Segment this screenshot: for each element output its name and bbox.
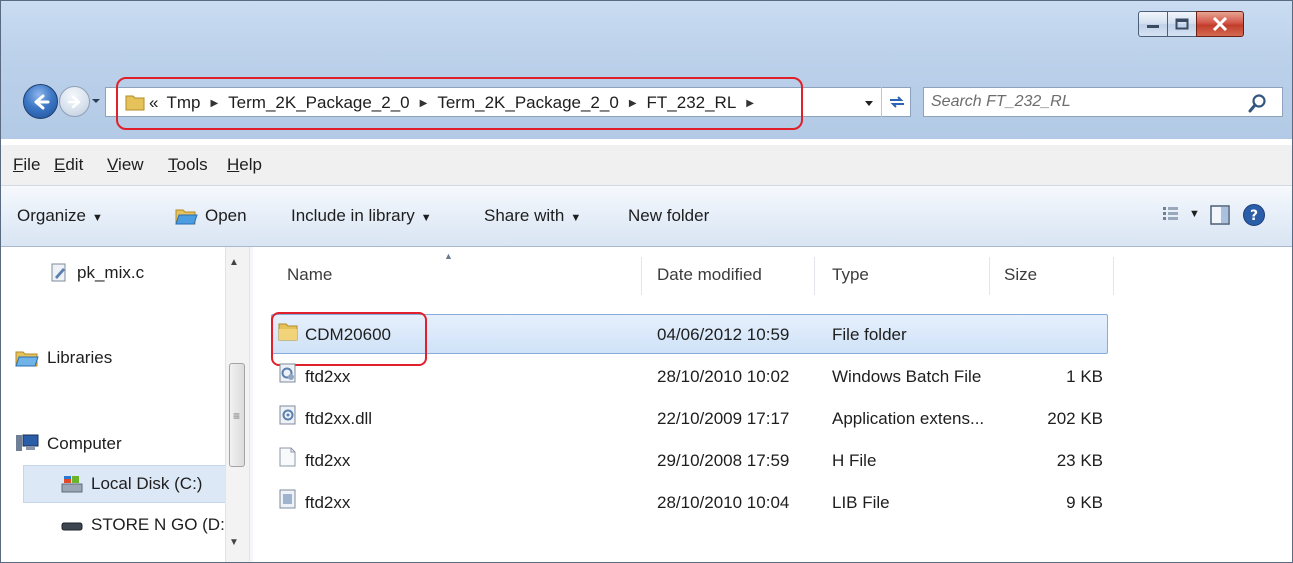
address-history-dropdown[interactable]	[859, 93, 879, 115]
pane-splitter[interactable]	[249, 247, 253, 562]
scrollbar-grip-icon: ≡	[233, 409, 241, 423]
scroll-down-icon[interactable]: ▼	[229, 537, 239, 548]
forward-button[interactable]	[59, 86, 90, 117]
column-header-size[interactable]: Size	[1004, 265, 1037, 285]
file-type: H File	[832, 451, 877, 470]
file-name[interactable]: ftd2xx.dll	[305, 409, 372, 429]
libraries-icon	[15, 351, 39, 367]
nav-item-pk-mix[interactable]: pk_mix.c	[49, 263, 144, 283]
column-header-type[interactable]: Type	[832, 265, 869, 285]
dropdown-arrow-icon: ▼	[570, 212, 582, 224]
help-icon[interactable]: ?	[1242, 203, 1266, 227]
maximize-button[interactable]	[1167, 11, 1197, 37]
open-folder-icon	[175, 209, 198, 225]
dll-file-icon	[279, 405, 296, 425]
view-options-icon	[1163, 207, 1178, 220]
file-type: File folder	[832, 325, 907, 344]
column-separator[interactable]	[641, 257, 642, 295]
file-name[interactable]: ftd2xx	[305, 451, 350, 471]
file-date: 04/06/2012 10:59	[657, 325, 790, 344]
menu-tools[interactable]: Tools	[168, 155, 208, 175]
nav-item-store-n-go[interactable]: STORE N GO (D:)	[61, 515, 230, 535]
lib-file-icon	[279, 489, 296, 509]
file-date: 29/10/2008 17:59	[657, 451, 790, 470]
back-arrow-icon	[34, 94, 49, 109]
file-date: 22/10/2009 17:17	[657, 409, 790, 428]
minimize-button[interactable]	[1138, 11, 1168, 37]
svg-text:?: ?	[1250, 208, 1258, 224]
refresh-button[interactable]	[881, 87, 911, 117]
dropdown-arrow-icon: ▼	[91, 212, 103, 224]
column-header-date-modified[interactable]: Date modified	[657, 265, 762, 285]
scroll-up-icon[interactable]: ▲	[229, 257, 239, 268]
dropdown-arrow-icon: ▼	[420, 212, 432, 224]
removable-drive-icon	[61, 522, 83, 531]
back-button[interactable]	[23, 84, 58, 119]
batch-file-icon	[279, 363, 296, 383]
minimize-icon	[1147, 25, 1159, 28]
explorer-window: « Tmp ▶ Term_2K_Package_2_0 ▶ Term_2K_Pa…	[0, 0, 1293, 563]
menu-file[interactable]: File	[13, 155, 40, 175]
file-type: Windows Batch File	[832, 367, 982, 386]
column-header-name[interactable]: Name	[287, 265, 332, 285]
sort-ascending-icon: ▲	[444, 251, 453, 261]
search-input[interactable]: Search FT_232_RL	[931, 87, 1071, 117]
h-file-icon	[279, 447, 296, 467]
maximize-icon	[1175, 18, 1189, 30]
close-icon	[1212, 17, 1228, 31]
address-highlight-annotation	[116, 77, 803, 130]
include-in-library-button[interactable]: Include in library ▼	[291, 206, 432, 226]
file-name[interactable]: ftd2xx	[305, 493, 350, 513]
nav-item-computer[interactable]: Computer	[15, 433, 122, 455]
file-type: LIB File	[832, 493, 890, 512]
preview-pane-icon[interactable]	[1209, 204, 1231, 226]
computer-icon	[16, 434, 39, 451]
open-button[interactable]: Open	[175, 206, 247, 226]
new-folder-button[interactable]: New folder	[628, 206, 709, 226]
chevron-down-icon	[865, 101, 873, 106]
file-size: 1 KB	[1066, 367, 1103, 386]
menu-edit[interactable]: Edit	[54, 155, 83, 175]
local-disk-icon	[61, 476, 83, 493]
search-icon[interactable]	[1247, 92, 1269, 114]
file-size: 9 KB	[1066, 493, 1103, 512]
file-size: 23 KB	[1056, 451, 1103, 470]
file-date: 28/10/2010 10:04	[657, 493, 790, 512]
column-separator[interactable]	[989, 257, 990, 295]
chevron-down-icon	[92, 99, 100, 103]
menu-view[interactable]: View	[107, 155, 144, 175]
folder-highlight-annotation	[271, 312, 427, 366]
change-view-button[interactable]: ▼	[1161, 204, 1200, 224]
menu-help[interactable]: Help	[227, 155, 262, 175]
share-with-button[interactable]: Share with ▼	[484, 206, 581, 226]
file-date: 28/10/2010 10:02	[657, 367, 790, 386]
c-file-icon	[51, 263, 66, 282]
forward-arrow-icon	[67, 95, 80, 108]
column-separator[interactable]	[814, 257, 815, 295]
dropdown-arrow-icon: ▼	[1189, 208, 1200, 220]
file-type: Application extens...	[832, 409, 985, 428]
recent-pages-dropdown[interactable]	[91, 94, 101, 108]
refresh-icon	[889, 96, 904, 108]
close-button[interactable]	[1196, 11, 1244, 37]
file-name[interactable]: ftd2xx	[305, 367, 350, 387]
nav-item-libraries[interactable]: Libraries	[15, 348, 112, 368]
column-separator[interactable]	[1113, 257, 1114, 295]
organize-button[interactable]: Organize ▼	[17, 206, 103, 226]
nav-item-local-disk[interactable]: Local Disk (C:)	[61, 474, 202, 494]
file-size: 202 KB	[1047, 409, 1103, 428]
